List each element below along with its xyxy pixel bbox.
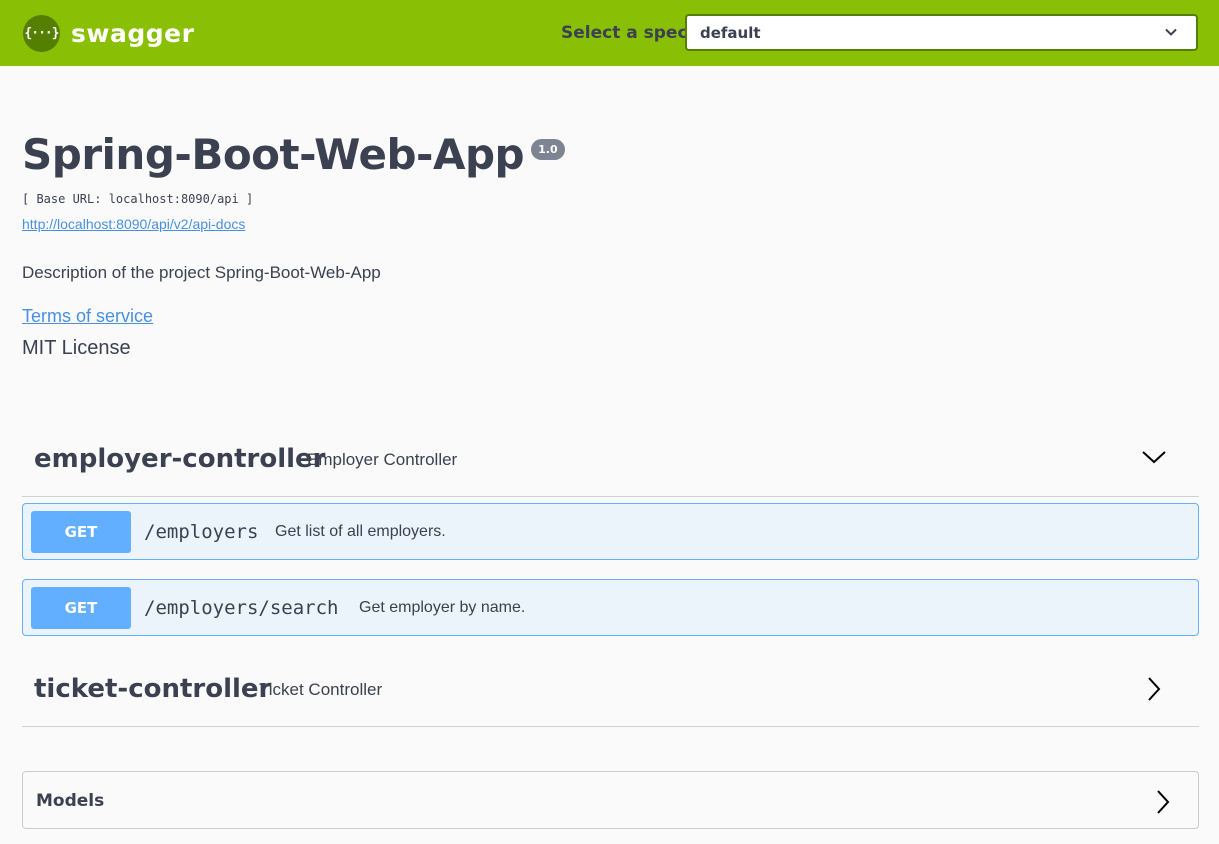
- method-badge: GET: [31, 511, 131, 553]
- method-badge: GET: [31, 587, 131, 629]
- tag-description: Employer Controller: [307, 450, 458, 469]
- chevron-down-icon: [1165, 28, 1177, 36]
- chevron-right-icon[interactable]: [1155, 789, 1171, 815]
- spec-select-value: default: [700, 23, 761, 42]
- swagger-logo[interactable]: {···} swagger: [23, 15, 194, 52]
- version-badge: 1.0: [531, 139, 565, 160]
- operation-path: /employers/search: [144, 597, 339, 619]
- operation-summary: Get list of all employers.: [275, 523, 446, 540]
- models-title: Models: [36, 791, 105, 811]
- operation-get-employers[interactable]: GET /employers Get list of all employers…: [22, 503, 1199, 560]
- spec-select[interactable]: default: [685, 14, 1198, 51]
- tag-name: ticket-controller: [34, 674, 272, 704]
- operation-get-employers-search[interactable]: GET /employers/search Get employer by na…: [22, 579, 1199, 636]
- topbar: {···} swagger Select a spec default: [0, 0, 1219, 66]
- api-title: Spring-Boot-Web-App: [22, 130, 525, 179]
- tag-ticket-controller[interactable]: ticket-controller Ticket Controller: [22, 660, 1199, 727]
- tag-description: Ticket Controller: [259, 680, 383, 699]
- operation-summary: Get employer by name.: [359, 599, 526, 616]
- tag-employer-controller[interactable]: employer-controller Employer Controller: [22, 430, 1199, 497]
- api-docs-link[interactable]: http://localhost:8090/api/v2/api-docs: [22, 216, 245, 232]
- spec-select-label: Select a spec: [561, 23, 688, 43]
- models-section[interactable]: Models: [22, 771, 1199, 829]
- terms-of-service-link[interactable]: Terms of service: [22, 306, 153, 327]
- operation-path: /employers: [144, 521, 259, 543]
- license: MIT License: [22, 337, 131, 359]
- tag-name: employer-controller: [34, 444, 326, 474]
- base-url: [ Base URL: localhost:8090/api ]: [22, 192, 254, 206]
- logo-text: swagger: [71, 19, 195, 48]
- swagger-logo-icon: {···}: [23, 15, 60, 52]
- api-title-row: Spring-Boot-Web-App 1.0: [22, 130, 565, 179]
- chevron-down-icon[interactable]: [1141, 449, 1167, 465]
- api-description: Description of the project Spring-Boot-W…: [22, 263, 381, 282]
- chevron-right-icon[interactable]: [1146, 676, 1162, 702]
